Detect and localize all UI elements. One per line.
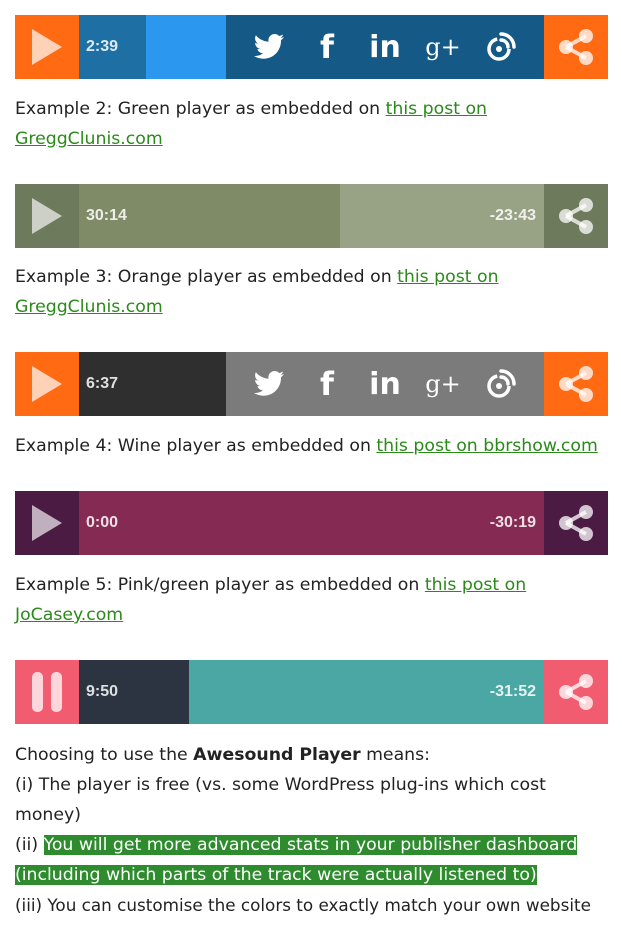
linkedin-icon[interactable]: in	[365, 364, 405, 404]
example-2-caption: Example 2: Green player as embedded on t…	[15, 94, 610, 154]
share-icon	[559, 198, 593, 234]
play-button[interactable]	[15, 352, 79, 416]
remaining-time: -30:19	[489, 514, 536, 531]
progress-track[interactable]: -23:43	[340, 184, 544, 248]
google-plus-icon[interactable]: g+	[423, 364, 463, 404]
post-link-site[interactable]: GreggClunis.com	[15, 129, 163, 149]
post-link-site[interactable]: JoCasey.com	[15, 605, 123, 625]
facebook-icon[interactable]: f	[307, 364, 347, 404]
summary-prefix: Choosing to use the	[15, 745, 194, 765]
elapsed-time: 0:00	[86, 514, 119, 531]
play-icon	[32, 198, 62, 234]
share-button[interactable]	[544, 660, 608, 724]
benefit-3: (iii) You can customise the colors to ex…	[15, 890, 610, 921]
benefit-1: (i) The player is free (vs. some WordPre…	[15, 770, 610, 830]
elapsed-time: 30:14	[79, 184, 340, 248]
share-button[interactable]	[544, 15, 608, 79]
benefit-2-prefix: (ii)	[15, 835, 44, 855]
play-button[interactable]	[15, 15, 79, 79]
benefit-2: (ii) You will get more advanced stats in…	[15, 830, 610, 890]
player-green: 30:14 -23:43	[15, 184, 608, 248]
progress-track[interactable]: -31:52	[189, 660, 544, 724]
facebook-icon[interactable]: f	[307, 27, 347, 67]
share-icon	[559, 505, 593, 541]
play-button[interactable]	[15, 184, 79, 248]
example-3-caption: Example 3: Orange player as embedded on …	[15, 262, 610, 322]
play-icon	[32, 29, 62, 65]
social-share-row: f in g+	[226, 352, 544, 416]
elapsed-time: 6:37	[79, 352, 226, 416]
player-blue: 2:39 f in g+	[15, 15, 608, 79]
caption-text: Example 2: Green player as embedded on	[15, 99, 386, 119]
share-button[interactable]	[544, 352, 608, 416]
share-icon	[559, 674, 593, 710]
caption-text: Example 5: Pink/green player as embedded…	[15, 575, 425, 595]
remaining-time: -23:43	[489, 207, 536, 224]
post-link[interactable]: this post on bbrshow.com	[376, 436, 597, 456]
pause-icon	[32, 672, 62, 712]
caption-text: Example 3: Orange player as embedded on	[15, 267, 398, 287]
benefit-1-line-2: money)	[15, 805, 81, 825]
twitter-icon[interactable]	[249, 27, 289, 67]
benefit-2-highlight-line-1: You will get more advanced stats in your…	[43, 835, 578, 855]
benefit-2-highlight-line-2: (including which parts of the track were…	[15, 865, 537, 885]
pause-button[interactable]	[15, 660, 79, 724]
benefit-3-text: (iii) You can customise the colors to ex…	[15, 895, 591, 915]
social-share-row: f in g+	[226, 15, 544, 79]
google-plus-icon[interactable]: g+	[423, 27, 463, 67]
progress-track[interactable]: 0:00 -30:19	[79, 491, 544, 555]
share-icon	[559, 29, 593, 65]
example-4-caption: Example 4: Wine player as embedded on th…	[15, 431, 610, 461]
product-name: Awesound Player	[193, 745, 361, 765]
share-icon	[559, 366, 593, 402]
summary-block: Choosing to use the Awesound Player mean…	[15, 740, 610, 921]
podcast-feed-icon[interactable]	[481, 364, 521, 404]
post-link[interactable]: this post on	[425, 575, 526, 595]
summary-intro: Choosing to use the Awesound Player mean…	[15, 740, 610, 770]
progress-fill[interactable]	[146, 15, 226, 79]
elapsed-time: 9:50	[79, 660, 189, 724]
benefit-1-line-1: (i) The player is free (vs. some WordPre…	[15, 775, 546, 795]
play-icon	[32, 366, 62, 402]
podcast-feed-icon[interactable]	[481, 27, 521, 67]
player-wine: 0:00 -30:19	[15, 491, 608, 555]
post-link-site[interactable]: GreggClunis.com	[15, 297, 163, 317]
elapsed-time: 2:39	[79, 15, 146, 79]
caption-text: Example 4: Wine player as embedded on	[15, 436, 377, 456]
linkedin-icon[interactable]: in	[365, 27, 405, 67]
player-orange: 6:37 f in g+	[15, 352, 608, 416]
player-pink-green: 9:50 -31:52	[15, 660, 608, 724]
play-icon	[32, 505, 62, 541]
remaining-time: -31:52	[489, 683, 536, 700]
twitter-icon[interactable]	[249, 364, 289, 404]
summary-suffix: means:	[360, 745, 430, 765]
example-5-caption: Example 5: Pink/green player as embedded…	[15, 570, 610, 630]
share-button[interactable]	[544, 491, 608, 555]
post-link[interactable]: this post on	[397, 267, 498, 287]
share-button[interactable]	[544, 184, 608, 248]
post-link[interactable]: this post on	[386, 99, 487, 119]
play-button[interactable]	[15, 491, 79, 555]
